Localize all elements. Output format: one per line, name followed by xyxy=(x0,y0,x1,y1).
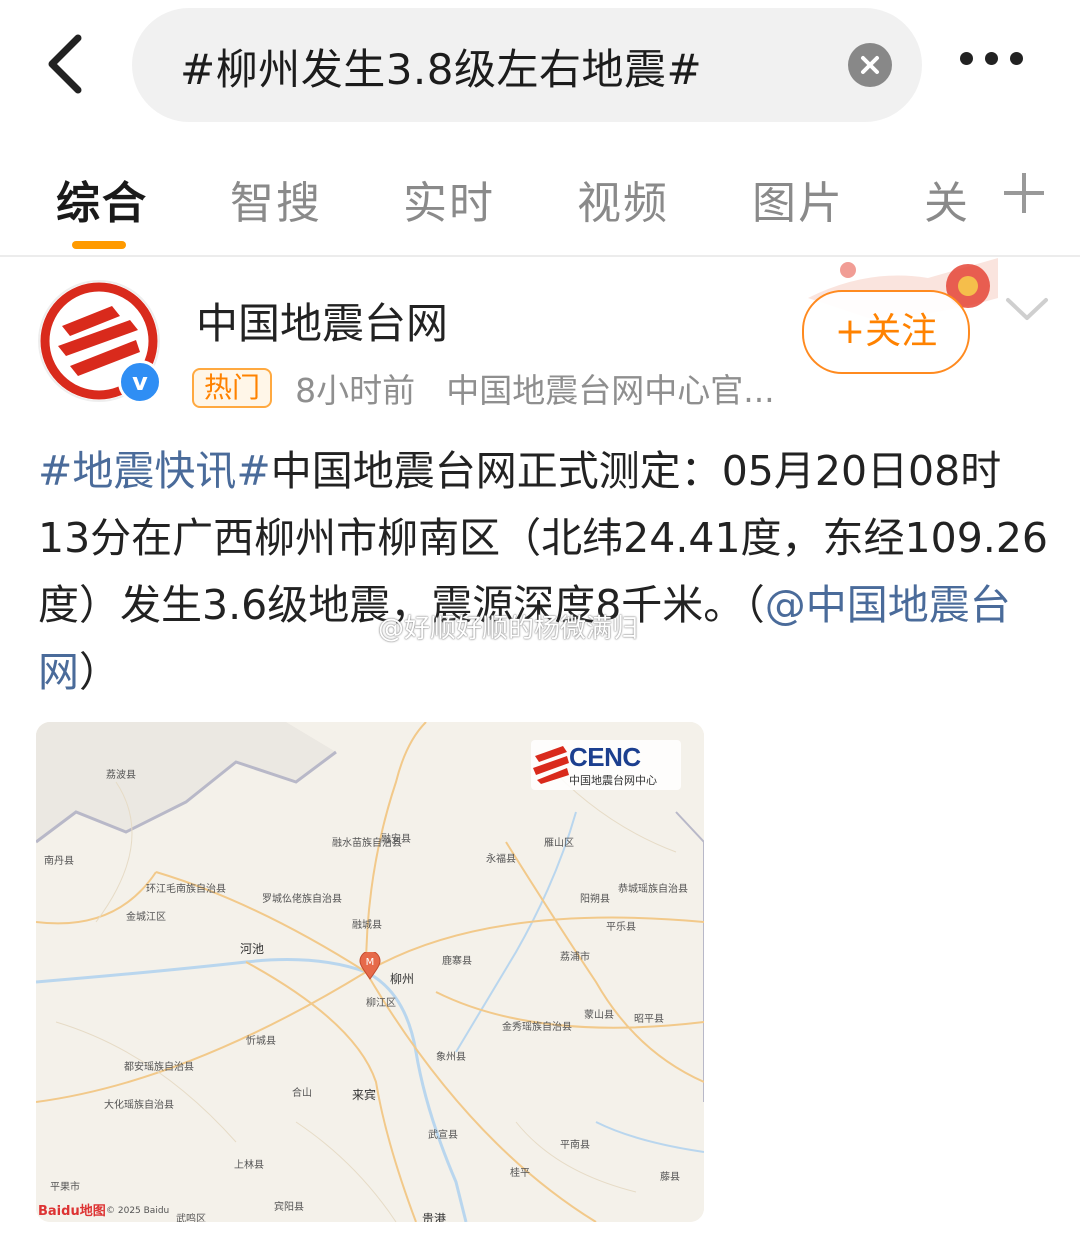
tab-general[interactable]: 综合 xyxy=(56,167,148,231)
map-label: 平南县 xyxy=(560,1140,590,1151)
map-label: 金城江区 xyxy=(126,912,166,923)
divider xyxy=(0,255,1080,257)
map-label: 恭城瑶族自治县 xyxy=(618,884,688,895)
map-label: 河池 xyxy=(240,942,265,956)
svg-text:M: M xyxy=(366,957,375,968)
post-source: 中国地震台网中心官... xyxy=(446,371,775,410)
earthquake-map-image[interactable]: CENC 中国地震台网中心 M 荔波县 融安县 融水苗族自治县 永福县 雁山区 … xyxy=(36,722,704,1222)
search-input[interactable]: #柳州发生3.8级左右地震# xyxy=(132,8,922,122)
map-label: 金秀瑶族自治县 xyxy=(502,1022,572,1033)
map-label: 鹿寨县 xyxy=(442,956,472,967)
map-label: 平乐县 xyxy=(606,922,636,933)
map-label: 平果市 xyxy=(50,1182,80,1193)
map-label: 融城县 xyxy=(352,920,382,931)
map-label: 荔波县 xyxy=(106,770,136,781)
map-label: 环江毛南族自治县 xyxy=(146,884,226,895)
map-label: 柳州 xyxy=(390,972,415,986)
tab-follow[interactable]: 关 xyxy=(924,167,970,231)
clear-icon[interactable] xyxy=(848,43,892,87)
map-label: 象州县 xyxy=(436,1052,466,1063)
post-text: #地震快讯#中国地震台网正式测定：05月20日08时13分在广西柳州市柳南区（北… xyxy=(38,438,1048,706)
tab-images[interactable]: 图片 xyxy=(752,167,844,231)
post-body-end: ） xyxy=(79,648,120,696)
map-label: 上林县 xyxy=(234,1160,264,1171)
follow-button[interactable]: +关注 xyxy=(802,290,970,374)
cenc-logo: CENC 中国地震台网中心 xyxy=(531,740,681,790)
hot-badge: 热门 xyxy=(192,368,273,408)
map-label: 来宾 xyxy=(352,1088,377,1102)
map-copyright: © 2025 Baidu xyxy=(106,1206,170,1216)
map-label: 武鸣区 xyxy=(176,1214,206,1222)
map-label: 柳江区 xyxy=(366,998,396,1009)
map-label: 宾阳县 xyxy=(274,1202,304,1213)
more-options-icon[interactable] xyxy=(960,50,1040,78)
search-query: #柳州发生3.8级左右地震# xyxy=(180,45,703,94)
map-label: 融水苗族自治县 xyxy=(332,838,402,849)
map-label: 大化瑶族自治县 xyxy=(104,1100,174,1111)
map-label: 永福县 xyxy=(486,854,516,865)
map-label: 南丹县 xyxy=(44,856,74,867)
post-meta: 热门 8小时前 中国地震台网中心官... xyxy=(192,364,775,410)
map-label: 蒙山县 xyxy=(584,1010,614,1021)
map-label: 阳朔县 xyxy=(580,894,610,905)
cenc-logo-text: CENC xyxy=(569,742,641,772)
baidu-map-logo: Baidu地图 xyxy=(38,1204,106,1219)
map-label: 罗城仫佬族自治县 xyxy=(262,894,342,905)
author-name[interactable]: 中国地震台网 xyxy=(196,290,448,351)
image-watermark: @好顺好顺的杨微满归 xyxy=(378,614,639,644)
cenc-logo-subtitle: 中国地震台网中心 xyxy=(569,774,657,787)
tab-bar: 综合 智搜 实时 视频 图片 关 xyxy=(0,145,1080,255)
tab-video[interactable]: 视频 xyxy=(577,167,669,231)
active-tab-indicator xyxy=(72,241,126,249)
back-arrow-icon[interactable] xyxy=(40,32,100,96)
map-label: 都安瑶族自治县 xyxy=(124,1062,194,1073)
post-time: 8小时前 xyxy=(295,371,416,410)
map-label: 荔浦市 xyxy=(560,952,590,963)
map-label: 桂平 xyxy=(510,1168,530,1179)
map-label: 武宣县 xyxy=(428,1130,458,1141)
chevron-down-icon[interactable] xyxy=(1004,290,1050,330)
add-tab-icon[interactable] xyxy=(1000,169,1048,217)
verified-icon: v xyxy=(118,360,162,404)
map-label: 藤县 xyxy=(660,1172,680,1183)
tab-smart-search[interactable]: 智搜 xyxy=(230,167,322,231)
map-label: 昭平县 xyxy=(634,1014,664,1025)
top-bar: #柳州发生3.8级左右地震# xyxy=(0,0,1080,130)
tab-realtime[interactable]: 实时 xyxy=(403,167,495,231)
topic-link[interactable]: #地震快讯# xyxy=(38,447,271,495)
map-label: 忻城县 xyxy=(246,1036,276,1047)
map-label: 雁山区 xyxy=(544,838,574,849)
map-label: 贵港 xyxy=(422,1212,447,1222)
epicenter-marker-icon: M xyxy=(359,950,381,980)
map-label: 合山 xyxy=(292,1088,312,1099)
